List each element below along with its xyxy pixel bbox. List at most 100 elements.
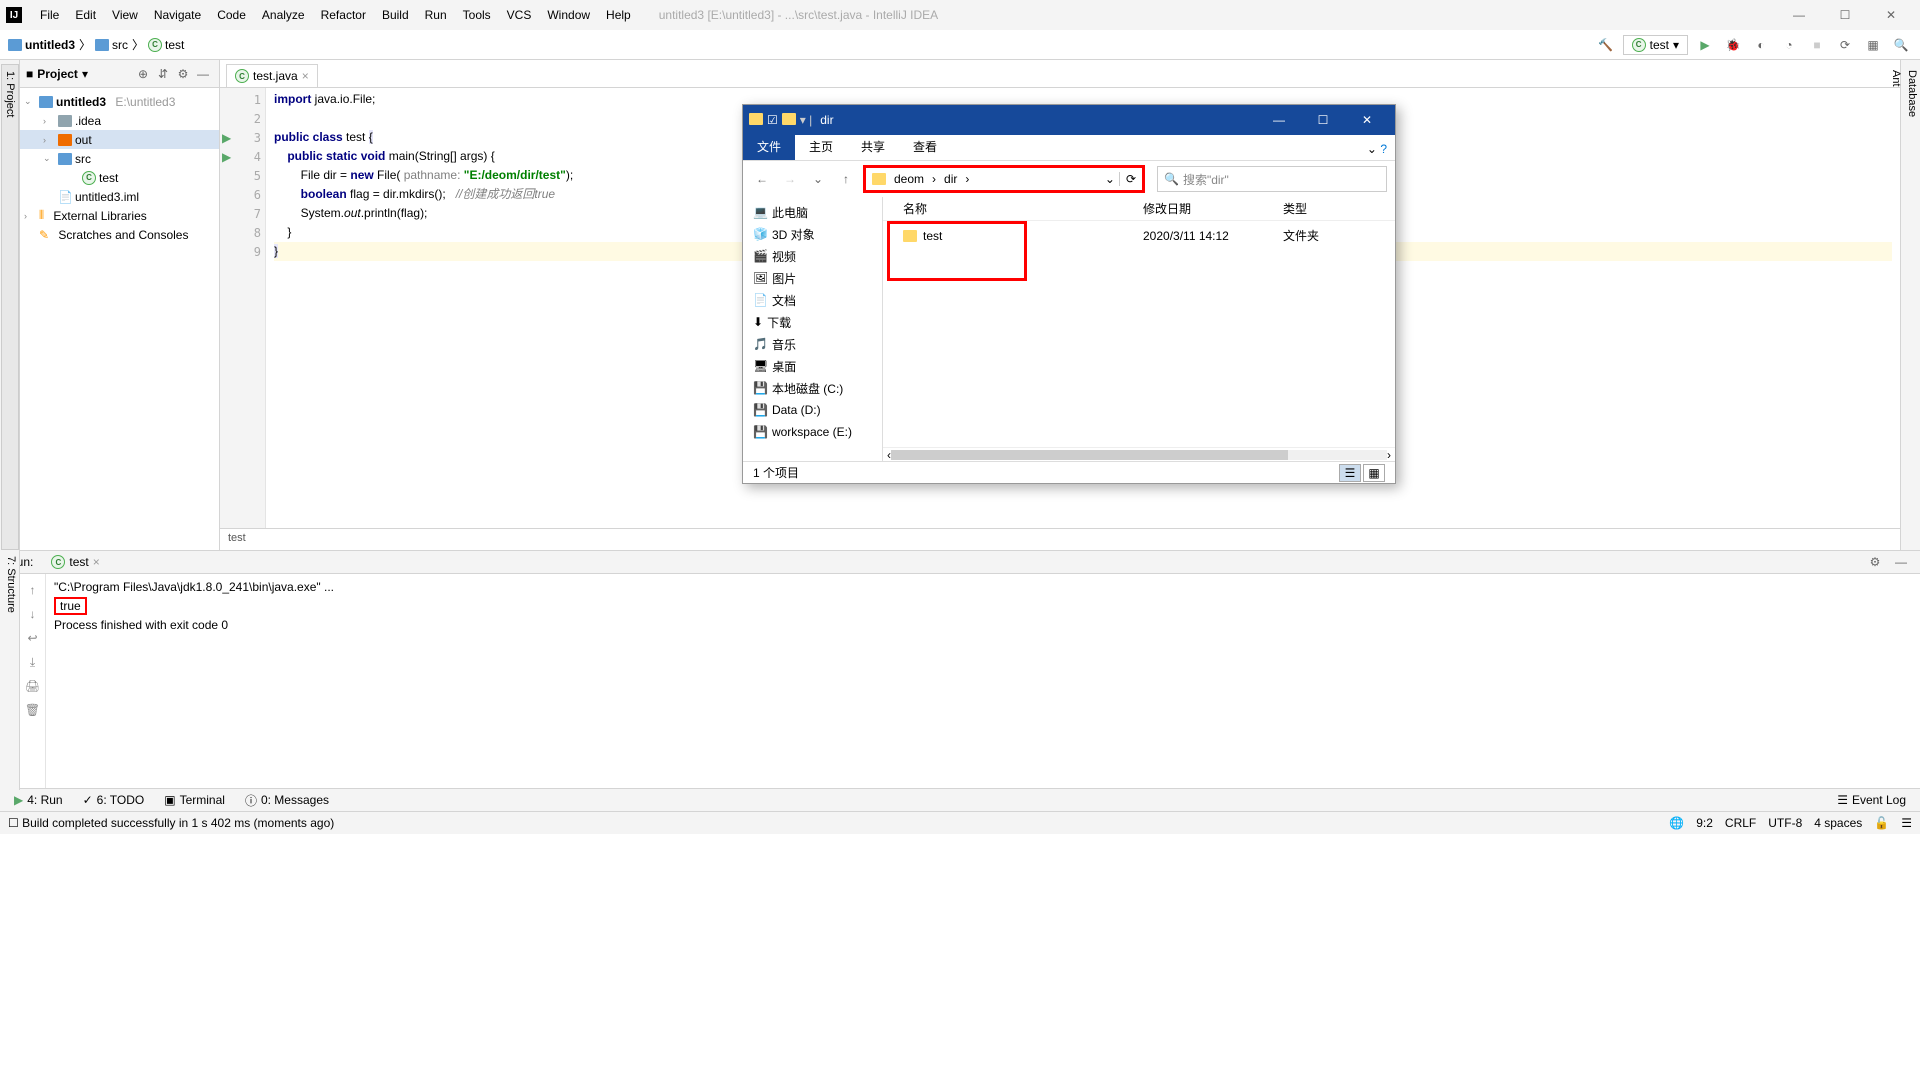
up-button[interactable]: ↑ [835,168,857,190]
icons-view-button[interactable]: ▦ [1363,464,1385,482]
wrap-button[interactable]: ↩ [20,626,45,650]
tree-item[interactable]: ›out [20,130,219,149]
ant-tool-tab[interactable]: Ant [1888,64,1904,550]
tree-item[interactable]: 📄untitled3.iml [20,187,219,206]
explorer-minimize-button[interactable]: — [1257,105,1301,135]
column-header-name[interactable]: 名称 [903,200,1143,217]
sidebar-item[interactable]: 📄文档 [743,289,882,311]
tree-item[interactable]: ✎ Scratches and Consoles [20,225,219,244]
column-header-type[interactable]: 类型 [1283,200,1363,217]
close-tab-icon[interactable]: × [302,69,309,83]
file-encoding[interactable]: UTF-8 [1768,816,1802,830]
memory-icon[interactable]: ☰ [1901,816,1912,830]
column-header-date[interactable]: 修改日期 [1143,200,1283,217]
sidebar-item[interactable]: 💾workspace (E:) [743,421,882,443]
project-tool-tab[interactable]: 1: Project [1,64,19,550]
todo-tab-button[interactable]: ✓6: TODO [73,790,155,810]
ribbon-expand-icon[interactable]: ⌄ [1367,142,1377,156]
run-hide-button[interactable]: — [1890,551,1912,573]
ribbon-tab-file[interactable]: 文件 [743,133,795,160]
tree-item[interactable]: ›.idea [20,111,219,130]
menu-navigate[interactable]: Navigate [146,4,209,26]
breadcrumb-item[interactable]: Ctest [148,38,184,52]
address-bar[interactable]: deom› dir› ⌄ ⟳ [863,165,1145,193]
select-file-button[interactable]: ⊕ [133,67,153,81]
run-tab-button[interactable]: ▶4: Run [4,790,73,810]
sidebar-item[interactable]: 🧊3D 对象 [743,223,882,245]
expand-button[interactable]: ⇵ [153,67,173,81]
sidebar-item[interactable]: 💾本地磁盘 (C:) [743,377,882,399]
maximize-button[interactable]: ☐ [1822,0,1868,30]
editor-tab[interactable]: Ctest.java× [226,64,318,87]
eventlog-tab-button[interactable]: ☰Event Log [1827,790,1916,810]
sidebar-item[interactable]: 💻此电脑 [743,201,882,223]
print-button[interactable]: 🖨 [20,674,45,698]
structure-tool-tab[interactable]: 7: Structure [3,550,19,790]
profile-button[interactable]: ◔ [1778,34,1800,56]
run-button[interactable]: ▶ [1694,34,1716,56]
sidebar-item[interactable]: 🎬视频 [743,245,882,267]
clear-button[interactable]: 🗑 [20,698,45,722]
menu-analyze[interactable]: Analyze [254,4,313,26]
ribbon-tab-view[interactable]: 查看 [899,133,951,160]
explorer-close-button[interactable]: ✕ [1345,105,1389,135]
horizontal-scrollbar[interactable]: ‹› [883,447,1395,461]
tree-item[interactable]: ⌄src [20,149,219,168]
forward-button[interactable]: → [779,168,801,190]
up-button[interactable]: ↑ [20,578,45,602]
tree-root[interactable]: ⌄untitled3 E:\untitled3 [20,92,219,111]
layout-button[interactable]: ▦ [1862,34,1884,56]
build-button[interactable]: 🔨 [1595,34,1617,56]
menu-vcs[interactable]: VCS [499,4,540,26]
sidebar-item[interactable]: 🖼图片 [743,267,882,289]
checkbox-icon[interactable]: ☑ [767,113,778,127]
search-box[interactable]: 🔍 搜索"dir" [1157,166,1387,192]
sidebar-item[interactable]: 🎵音乐 [743,333,882,355]
menu-tools[interactable]: Tools [455,4,499,26]
messages-tab-button[interactable]: ⓘ0: Messages [235,789,339,812]
console-output[interactable]: "C:\Program Files\Java\jdk1.8.0_241\bin\… [46,574,1920,788]
stop-button[interactable]: ■ [1806,34,1828,56]
line-separator[interactable]: CRLF [1725,816,1756,830]
down-button[interactable]: ↓ [20,602,45,626]
refresh-button[interactable]: ⟳ [1119,172,1136,186]
hide-button[interactable]: — [193,67,213,81]
menu-window[interactable]: Window [539,4,598,26]
ribbon-tab-share[interactable]: 共享 [847,133,899,160]
tree-item[interactable]: Ctest [20,168,219,187]
run-config-dropdown[interactable]: Ctest▾ [1623,35,1688,55]
menu-code[interactable]: Code [209,4,254,26]
indent-setting[interactable]: 4 spaces [1814,816,1862,830]
sidebar-item[interactable]: 💾Data (D:) [743,399,882,421]
back-button[interactable]: ← [751,168,773,190]
recent-dropdown[interactable]: ⌄ [807,168,829,190]
settings-button[interactable]: ⚙ [173,67,193,81]
menu-run[interactable]: Run [417,4,455,26]
update-button[interactable]: ⟳ [1834,34,1856,56]
run-settings-button[interactable]: ⚙ [1864,551,1886,573]
close-button[interactable]: ✕ [1868,0,1914,30]
breadcrumb-item[interactable]: src [95,38,128,52]
minimize-button[interactable]: — [1776,0,1822,30]
run-tab[interactable]: Ctest× [43,553,107,571]
sidebar-item[interactable]: ⬇下载 [743,311,882,333]
menu-file[interactable]: File [32,4,67,26]
details-view-button[interactable]: ☰ [1339,464,1361,482]
readonly-icon[interactable]: 🔓 [1874,816,1889,830]
database-tool-tab[interactable]: Database [1904,64,1920,550]
search-button[interactable]: 🔍 [1890,34,1912,56]
favorites-tool-tab[interactable]: 2: Favorites [0,550,3,790]
scroll-button[interactable]: ⤓ [20,650,45,674]
breadcrumb-item[interactable]: untitled3 [8,38,75,52]
help-icon[interactable]: ? [1380,142,1387,156]
sidebar-item[interactable]: 🖥桌面 [743,355,882,377]
ribbon-tab-home[interactable]: 主页 [795,133,847,160]
menu-view[interactable]: View [104,4,146,26]
terminal-tab-button[interactable]: ▣Terminal [154,790,235,810]
menu-edit[interactable]: Edit [67,4,104,26]
debug-button[interactable]: 🐞 [1722,34,1744,56]
menu-help[interactable]: Help [598,4,639,26]
menu-refactor[interactable]: Refactor [313,4,374,26]
explorer-maximize-button[interactable]: ☐ [1301,105,1345,135]
tree-item[interactable]: ›⫴ External Libraries [20,206,219,225]
